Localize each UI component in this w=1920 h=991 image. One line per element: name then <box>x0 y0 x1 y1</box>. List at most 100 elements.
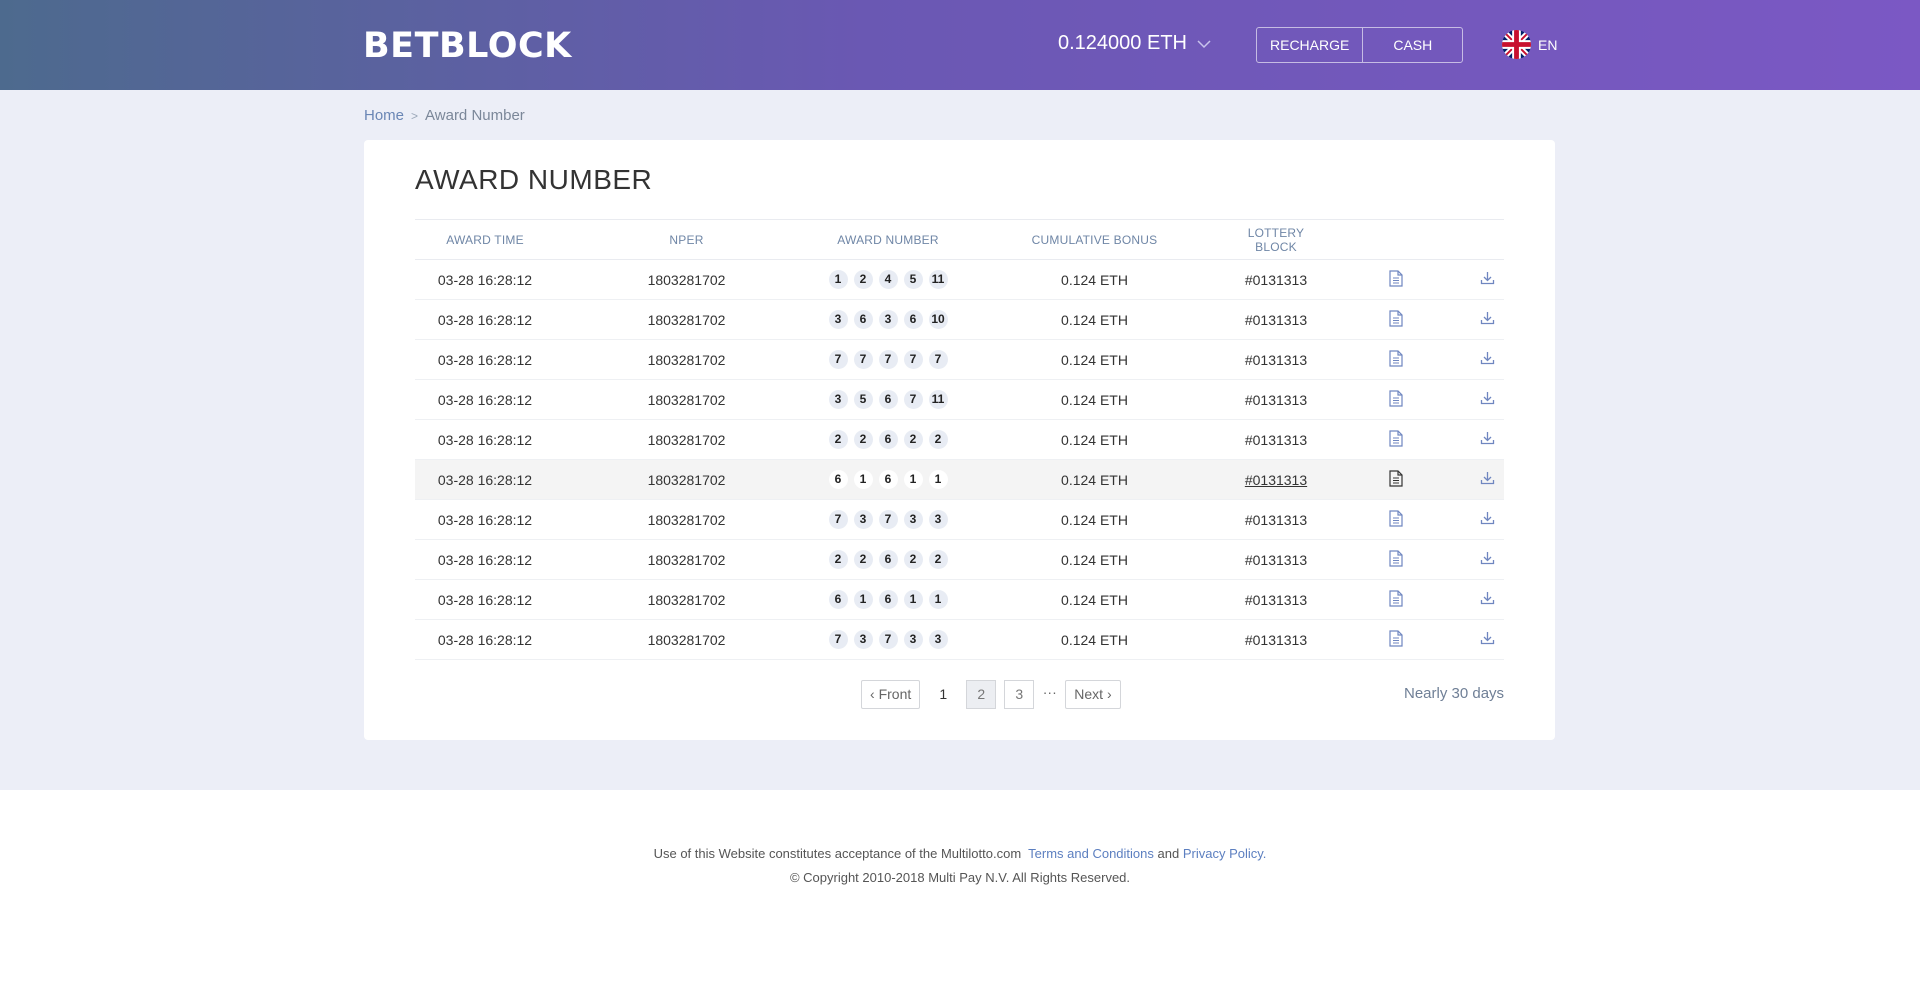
download-icon[interactable] <box>1480 351 1495 365</box>
download-icon[interactable] <box>1480 631 1495 645</box>
award-number-ball: 6 <box>878 430 898 449</box>
award-number-ball: 1 <box>903 590 923 609</box>
document-cell <box>1321 589 1471 610</box>
download-icon[interactable] <box>1480 311 1495 325</box>
download-icon[interactable] <box>1480 471 1495 485</box>
award-time-cell: 03-28 16:28:12 <box>437 471 533 488</box>
document-icon[interactable] <box>1389 269 1403 287</box>
download-cell <box>1471 431 1504 448</box>
download-icon[interactable] <box>1480 511 1495 525</box>
award-number-cell: 61611 <box>818 470 958 489</box>
award-number-ball: 3 <box>828 310 848 329</box>
lottery-block-link[interactable]: #0131313 <box>1245 392 1307 408</box>
lottery-block-link[interactable]: #0131313 <box>1245 272 1307 288</box>
award-number-ball: 6 <box>828 470 848 489</box>
award-number-ball: 2 <box>928 430 948 449</box>
download-icon[interactable] <box>1480 431 1495 445</box>
language-selector[interactable]: EN <box>1502 30 1557 59</box>
breadcrumb-separator: > <box>411 108 419 123</box>
site-logo[interactable]: BETBLOCK <box>363 26 572 66</box>
award-time-cell: 03-28 16:28:12 <box>437 431 533 448</box>
table-row[interactable]: 03-28 16:28:12 1803281702 6 1 6 1 1 0.124 ETH #0… <box>415 460 1504 500</box>
lottery-block-cell: #0131313 <box>1231 472 1321 488</box>
award-number-ball: 2 <box>828 430 848 449</box>
cumulative-bonus-cell: 0.124 ETH <box>1061 271 1128 288</box>
pagination-page-1[interactable]: 1 <box>928 680 958 709</box>
award-number-ball: 2 <box>928 550 948 569</box>
download-icon[interactable] <box>1480 271 1495 285</box>
document-icon[interactable] <box>1389 309 1403 327</box>
document-cell <box>1321 549 1471 570</box>
pagination-front-button[interactable]: ‹ Front <box>861 680 921 709</box>
table-row[interactable]: 03-28 16:28:12 1803281702 7 7 7 7 7 0.124 ETH #0… <box>415 340 1504 380</box>
award-number-ball: 7 <box>903 390 923 409</box>
award-number-ball: 3 <box>828 390 848 409</box>
award-number-ball: 7 <box>878 630 898 649</box>
cumulative-bonus-cell: 0.124 ETH <box>1061 471 1128 488</box>
balance-dropdown[interactable]: 0.124000 ETH <box>1058 32 1211 55</box>
table-row[interactable]: 03-28 16:28:12 1803281702 2 2 6 2 2 0.124 ETH #0… <box>415 420 1504 460</box>
cash-button[interactable]: CASH <box>1362 28 1462 62</box>
document-icon[interactable] <box>1389 469 1403 487</box>
award-number-ball: 2 <box>903 550 923 569</box>
document-icon[interactable] <box>1389 549 1403 567</box>
award-number-ball: 6 <box>828 590 848 609</box>
award-number-ball: 3 <box>878 310 898 329</box>
nper-cell: 1803281702 <box>647 311 726 328</box>
cumulative-bonus-cell: 0.124 ETH <box>1061 311 1128 328</box>
document-icon[interactable] <box>1389 589 1403 607</box>
uk-flag-icon <box>1502 30 1531 59</box>
award-number-ball: 6 <box>878 590 898 609</box>
document-icon[interactable] <box>1389 389 1403 407</box>
breadcrumb-home-link[interactable]: Home <box>364 107 404 124</box>
lottery-block-link[interactable]: #0131313 <box>1245 632 1307 648</box>
document-cell <box>1321 309 1471 330</box>
table-row[interactable]: 03-28 16:28:12 1803281702 3 5 6 7 11 0.124 ETH #… <box>415 380 1504 420</box>
award-time-cell: 03-28 16:28:12 <box>437 391 533 408</box>
lottery-block-link[interactable]: #0131313 <box>1245 432 1307 448</box>
award-number-ball: 7 <box>828 350 848 369</box>
lottery-block-cell: #0131313 <box>1231 432 1321 448</box>
lottery-block-link[interactable]: #0131313 <box>1245 592 1307 608</box>
table-row[interactable]: 03-28 16:28:12 1803281702 7 3 7 3 3 0.124 ETH #0… <box>415 620 1504 660</box>
nper-cell: 1803281702 <box>647 351 726 368</box>
table-body: 03-28 16:28:12 1803281702 1 2 4 5 11 0.124 ETH #… <box>415 260 1504 660</box>
lottery-block-link[interactable]: #0131313 <box>1245 552 1307 568</box>
document-cell <box>1321 389 1471 410</box>
document-icon[interactable] <box>1389 509 1403 527</box>
document-icon[interactable] <box>1389 349 1403 367</box>
privacy-link[interactable]: Privacy Policy. <box>1183 846 1267 861</box>
terms-link[interactable]: Terms and Conditions <box>1028 846 1154 861</box>
wallet-button-group: RECHARGE CASH <box>1256 27 1464 63</box>
lottery-block-link[interactable]: #0131313 <box>1245 472 1307 488</box>
pagination-page-2[interactable]: 2 <box>966 680 997 709</box>
download-icon[interactable] <box>1480 391 1495 405</box>
award-number-cell: 61611 <box>818 590 958 609</box>
lottery-block-cell: #0131313 <box>1231 632 1321 648</box>
table-row[interactable]: 03-28 16:28:12 1803281702 1 2 4 5 11 0.124 ETH #… <box>415 260 1504 300</box>
lottery-block-link[interactable]: #0131313 <box>1245 352 1307 368</box>
table-row[interactable]: 03-28 16:28:12 1803281702 6 1 6 1 1 0.124 ETH #0… <box>415 580 1504 620</box>
table-row[interactable]: 03-28 16:28:12 1803281702 7 3 7 3 3 0.124 ETH #0… <box>415 500 1504 540</box>
document-icon[interactable] <box>1389 429 1403 447</box>
table-row[interactable]: 03-28 16:28:12 1803281702 2 2 6 2 2 0.124 ETH #0… <box>415 540 1504 580</box>
table-row[interactable]: 03-28 16:28:12 1803281702 3 6 3 6 10 0.124 ETH #… <box>415 300 1504 340</box>
lottery-block-link[interactable]: #0131313 <box>1245 512 1307 528</box>
pagination-page-3[interactable]: 3 <box>1004 680 1035 709</box>
download-cell <box>1471 391 1504 408</box>
download-cell <box>1471 511 1504 528</box>
document-icon[interactable] <box>1389 629 1403 647</box>
pagination-next-button[interactable]: Next › <box>1065 680 1121 709</box>
award-number-ball: 11 <box>928 270 948 289</box>
download-icon[interactable] <box>1480 551 1495 565</box>
download-cell <box>1471 351 1504 368</box>
award-number-ball: 3 <box>903 630 923 649</box>
award-time-cell: 03-28 16:28:12 <box>437 631 533 648</box>
award-time-cell: 03-28 16:28:12 <box>437 551 533 568</box>
nper-cell: 1803281702 <box>647 511 726 528</box>
lottery-block-link[interactable]: #0131313 <box>1245 312 1307 328</box>
download-icon[interactable] <box>1480 591 1495 605</box>
award-number-ball: 7 <box>853 350 873 369</box>
recharge-button[interactable]: RECHARGE <box>1257 28 1362 62</box>
award-number-ball: 1 <box>853 470 873 489</box>
